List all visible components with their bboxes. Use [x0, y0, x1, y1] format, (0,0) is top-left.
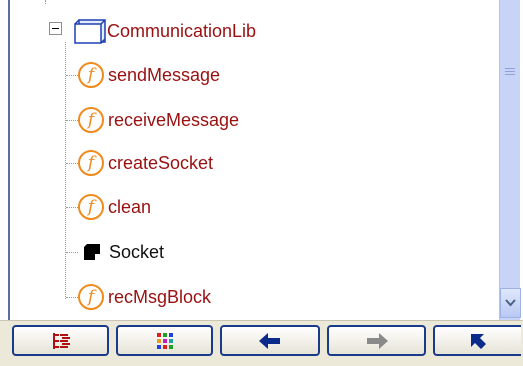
tree-item-createSocket[interactable]: f createSocket — [78, 146, 213, 180]
type-block-icon — [84, 244, 100, 260]
arrow-right-icon — [366, 332, 388, 349]
tree-item-label: receiveMessage — [108, 109, 240, 130]
tree-item-sendMessage[interactable]: f sendMessage — [78, 58, 220, 92]
arrow-left-icon — [259, 332, 280, 349]
tree-connector — [66, 120, 78, 121]
color-grid-icon — [156, 332, 173, 349]
tree-item-clean[interactable]: f clean — [78, 190, 151, 224]
forward-button[interactable] — [327, 325, 426, 356]
tree-connector — [66, 163, 78, 164]
tree-connector — [66, 75, 78, 76]
tree-connector — [66, 207, 78, 208]
function-icon: f — [78, 150, 104, 176]
library-box-icon — [74, 19, 106, 44]
tree-connector — [45, 0, 46, 4]
function-icon: f — [78, 107, 104, 133]
tree-connector — [65, 42, 66, 299]
tree-view-icon — [52, 332, 70, 349]
class-tree[interactable]: CommunicationLib f sendMessage f receive… — [10, 0, 498, 320]
tree-connector — [66, 297, 78, 298]
scroll-down-button[interactable] — [500, 288, 521, 318]
tree-item-receiveMessage[interactable]: f receiveMessage — [78, 103, 239, 137]
tree-item-Socket[interactable]: Socket — [78, 235, 164, 269]
tree-connector — [66, 252, 78, 253]
scroll-thumb-grip[interactable] — [505, 66, 515, 76]
tree-item-label: clean — [108, 196, 152, 217]
tree-panel: CommunicationLib f sendMessage f receive… — [0, 0, 523, 365]
function-icon: f — [78, 284, 104, 310]
arrow-up-left-icon — [471, 333, 486, 349]
tree-item-label: recMsgBlock — [108, 286, 212, 307]
function-icon: f — [78, 194, 104, 220]
collapse-toggle[interactable] — [49, 22, 62, 35]
bottom-toolbar — [0, 320, 523, 366]
tree-view-button[interactable] — [12, 325, 109, 356]
tree-item-label: Socket — [109, 241, 165, 262]
tree-item-label: sendMessage — [108, 64, 221, 85]
vertical-scrollbar[interactable] — [499, 0, 521, 320]
tree-root-item[interactable]: CommunicationLib — [107, 14, 256, 48]
chevron-down-icon — [505, 299, 516, 307]
home-button[interactable] — [433, 325, 521, 356]
grid-view-button[interactable] — [116, 325, 213, 356]
tree-item-label: createSocket — [108, 152, 214, 173]
tree-item-recMsgBlock[interactable]: f recMsgBlock — [78, 280, 211, 314]
tree-root-label: CommunicationLib — [107, 20, 257, 41]
function-icon: f — [78, 62, 104, 88]
back-button[interactable] — [220, 325, 320, 356]
